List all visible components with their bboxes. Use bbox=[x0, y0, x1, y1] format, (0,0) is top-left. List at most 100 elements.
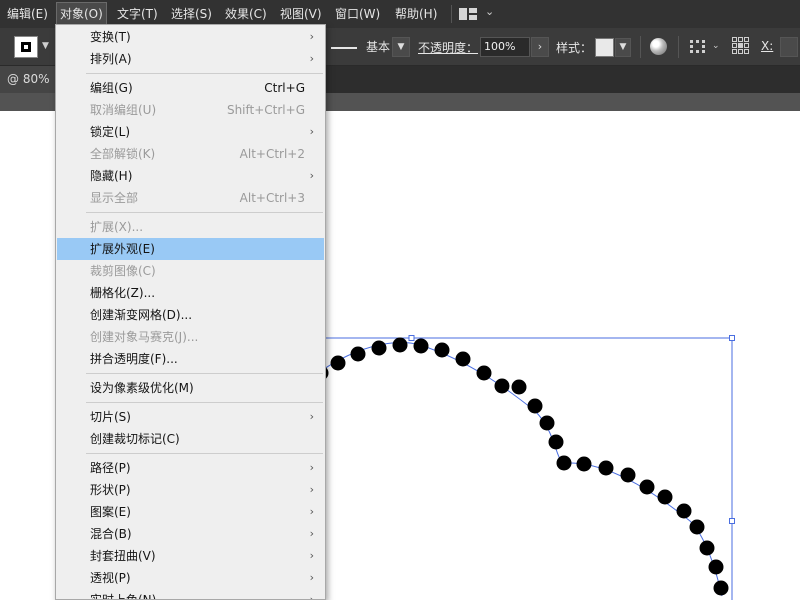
chevron-down-icon[interactable]: ⌄ bbox=[485, 5, 494, 18]
chevron-right-icon: › bbox=[309, 527, 314, 540]
path-dot bbox=[371, 340, 387, 356]
path-dot bbox=[350, 346, 366, 362]
menu-item-23[interactable]: 透视(P) › bbox=[57, 567, 324, 589]
path-dot bbox=[713, 580, 729, 596]
stroke-swatch[interactable] bbox=[14, 36, 38, 58]
path-dot bbox=[455, 351, 471, 367]
menu-item-label: 创建裁切标记(C) bbox=[90, 432, 180, 446]
chevron-right-icon: › bbox=[309, 505, 314, 518]
menu-item-label: 透视(P) bbox=[90, 571, 131, 585]
menu-item-label: 裁剪图像(C) bbox=[90, 264, 156, 278]
stroke-style-dropdown[interactable]: ▼ bbox=[392, 37, 410, 57]
menu-item-3[interactable]: 取消编组(U) Shift+Ctrl+G bbox=[57, 99, 324, 121]
path-dot bbox=[539, 415, 555, 431]
path-dot bbox=[434, 342, 450, 358]
path-dot bbox=[494, 378, 510, 394]
menu-edit[interactable]: 编辑(E) bbox=[4, 0, 51, 28]
menu-item-4[interactable]: 锁定(L) › bbox=[57, 121, 324, 143]
menu-item-label: 封套扭曲(V) bbox=[90, 549, 156, 563]
menu-item-17[interactable]: 创建裁切标记(C) bbox=[57, 428, 324, 450]
menu-item-shortcut: Alt+Ctrl+2 bbox=[239, 147, 305, 161]
menu-divider bbox=[86, 453, 323, 454]
transform-grid-icon[interactable] bbox=[732, 37, 750, 55]
menu-item-label: 编组(G) bbox=[90, 81, 133, 95]
menu-item-5[interactable]: 全部解锁(K) Alt+Ctrl+2 bbox=[57, 143, 324, 165]
path-dots bbox=[313, 337, 729, 596]
menu-item-label: 实时上色(N) bbox=[90, 593, 157, 600]
menu-item-10[interactable]: 裁剪图像(C) bbox=[57, 260, 324, 282]
path-dot bbox=[527, 398, 543, 414]
menu-item-label: 隐藏(H) bbox=[90, 169, 133, 183]
menu-item-11[interactable]: 栅格化(Z)... bbox=[57, 282, 324, 304]
graphic-style-swatch[interactable] bbox=[595, 38, 614, 57]
opacity-arrow-button[interactable]: › bbox=[531, 37, 549, 57]
menu-object[interactable]: 对象(O) bbox=[56, 2, 107, 26]
path-dot bbox=[657, 489, 673, 505]
menu-item-label: 图案(E) bbox=[90, 505, 131, 519]
menu-item-20[interactable]: 图案(E) › bbox=[57, 501, 324, 523]
menu-item-label: 创建渐变网格(D)... bbox=[90, 308, 193, 322]
zoom-level: @ 80% bbox=[7, 72, 50, 86]
chevron-right-icon: › bbox=[309, 461, 314, 474]
menu-item-15[interactable]: 设为像素级优化(M) bbox=[57, 377, 324, 399]
menu-item-16[interactable]: 切片(S) › bbox=[57, 406, 324, 428]
menu-item-13[interactable]: 创建对象马赛克(J)... bbox=[57, 326, 324, 348]
menu-item-19[interactable]: 形状(P) › bbox=[57, 479, 324, 501]
menu-item-18[interactable]: 路径(P) › bbox=[57, 457, 324, 479]
menu-item-label: 混合(B) bbox=[90, 527, 132, 541]
menu-item-shortcut: Alt+Ctrl+3 bbox=[239, 191, 305, 205]
menu-item-label: 形状(P) bbox=[90, 483, 131, 497]
menu-divider bbox=[86, 73, 323, 74]
menu-item-label: 取消编组(U) bbox=[90, 103, 157, 117]
menu-item-24[interactable]: 实时上色(N) › bbox=[57, 589, 324, 600]
opacity-input[interactable]: 100% bbox=[480, 37, 530, 57]
path-dot bbox=[676, 503, 692, 519]
menu-item-8[interactable]: 扩展(X)... bbox=[57, 216, 324, 238]
menu-divider bbox=[86, 402, 323, 403]
selection-bounding-box bbox=[299, 337, 733, 600]
chevron-right-icon: › bbox=[309, 125, 314, 138]
path-dot bbox=[699, 540, 715, 556]
menu-item-label: 栅格化(Z)... bbox=[90, 286, 156, 300]
graphic-style-dropdown[interactable]: ▼ bbox=[615, 38, 631, 57]
menu-item-label: 扩展(X)... bbox=[90, 220, 144, 234]
menu-item-label: 扩展外观(E) bbox=[90, 242, 155, 256]
menu-item-label: 路径(P) bbox=[90, 461, 131, 475]
recolor-artwork-icon[interactable] bbox=[650, 38, 667, 55]
path-dot bbox=[511, 379, 527, 395]
align-icon[interactable] bbox=[690, 40, 712, 54]
path-dot bbox=[598, 460, 614, 476]
menu-item-label: 显示全部 bbox=[90, 191, 139, 205]
document-tab[interactable]: @ 80% bbox=[0, 66, 56, 93]
menu-item-9[interactable]: 扩展外观(E) bbox=[57, 238, 324, 260]
menu-item-7[interactable]: 显示全部 Alt+Ctrl+3 bbox=[57, 187, 324, 209]
bbox-handle-right bbox=[729, 518, 735, 524]
stroke-square-icon bbox=[21, 42, 31, 52]
path-outline bbox=[299, 341, 723, 597]
menu-item-22[interactable]: 封套扭曲(V) › bbox=[57, 545, 324, 567]
path-dot bbox=[639, 479, 655, 495]
menu-item-14[interactable]: 拼合透明度(F)... bbox=[57, 348, 324, 370]
chevron-right-icon: › bbox=[309, 593, 314, 600]
menu-item-label: 变换(T) bbox=[90, 30, 131, 44]
menu-window[interactable]: 窗口(W) bbox=[332, 0, 383, 28]
chevron-down-icon[interactable]: ▼ bbox=[42, 41, 49, 51]
menu-item-6[interactable]: 隐藏(H) › bbox=[57, 165, 324, 187]
menu-divider bbox=[86, 373, 323, 374]
x-coordinate-spinner[interactable] bbox=[780, 37, 798, 57]
menu-help[interactable]: 帮助(H) bbox=[392, 0, 440, 28]
menu-item-label: 全部解锁(K) bbox=[90, 147, 156, 161]
path-dot bbox=[576, 456, 592, 472]
bbox-handle-top-right bbox=[729, 335, 735, 341]
menu-item-0[interactable]: 变换(T) › bbox=[57, 26, 324, 48]
chevron-right-icon: › bbox=[309, 571, 314, 584]
menu-item-21[interactable]: 混合(B) › bbox=[57, 523, 324, 545]
menu-item-shortcut: Ctrl+G bbox=[264, 81, 305, 95]
workspace-switcher-icon[interactable] bbox=[459, 8, 477, 20]
path-dot bbox=[689, 519, 705, 535]
menu-item-1[interactable]: 排列(A) › bbox=[57, 48, 324, 70]
chevron-down-icon[interactable]: ⌄ bbox=[712, 41, 720, 51]
menu-item-2[interactable]: 编组(G) Ctrl+G bbox=[57, 77, 324, 99]
opacity-label[interactable]: 不透明度： bbox=[418, 39, 478, 56]
menu-item-12[interactable]: 创建渐变网格(D)... bbox=[57, 304, 324, 326]
